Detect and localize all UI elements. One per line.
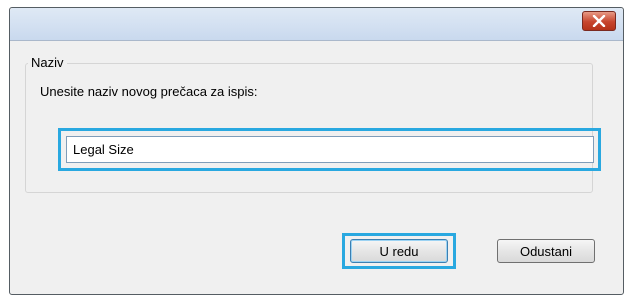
ok-button[interactable]: U redu [350,239,448,263]
group-label: Naziv [28,55,67,70]
title-bar [10,8,623,41]
cancel-button[interactable]: Odustani [497,239,595,263]
close-icon [592,15,606,27]
close-button[interactable] [582,11,616,31]
instruction-text: Unesite naziv novog prečaca za ispis: [40,84,258,99]
shortcut-name-input[interactable] [66,136,594,163]
